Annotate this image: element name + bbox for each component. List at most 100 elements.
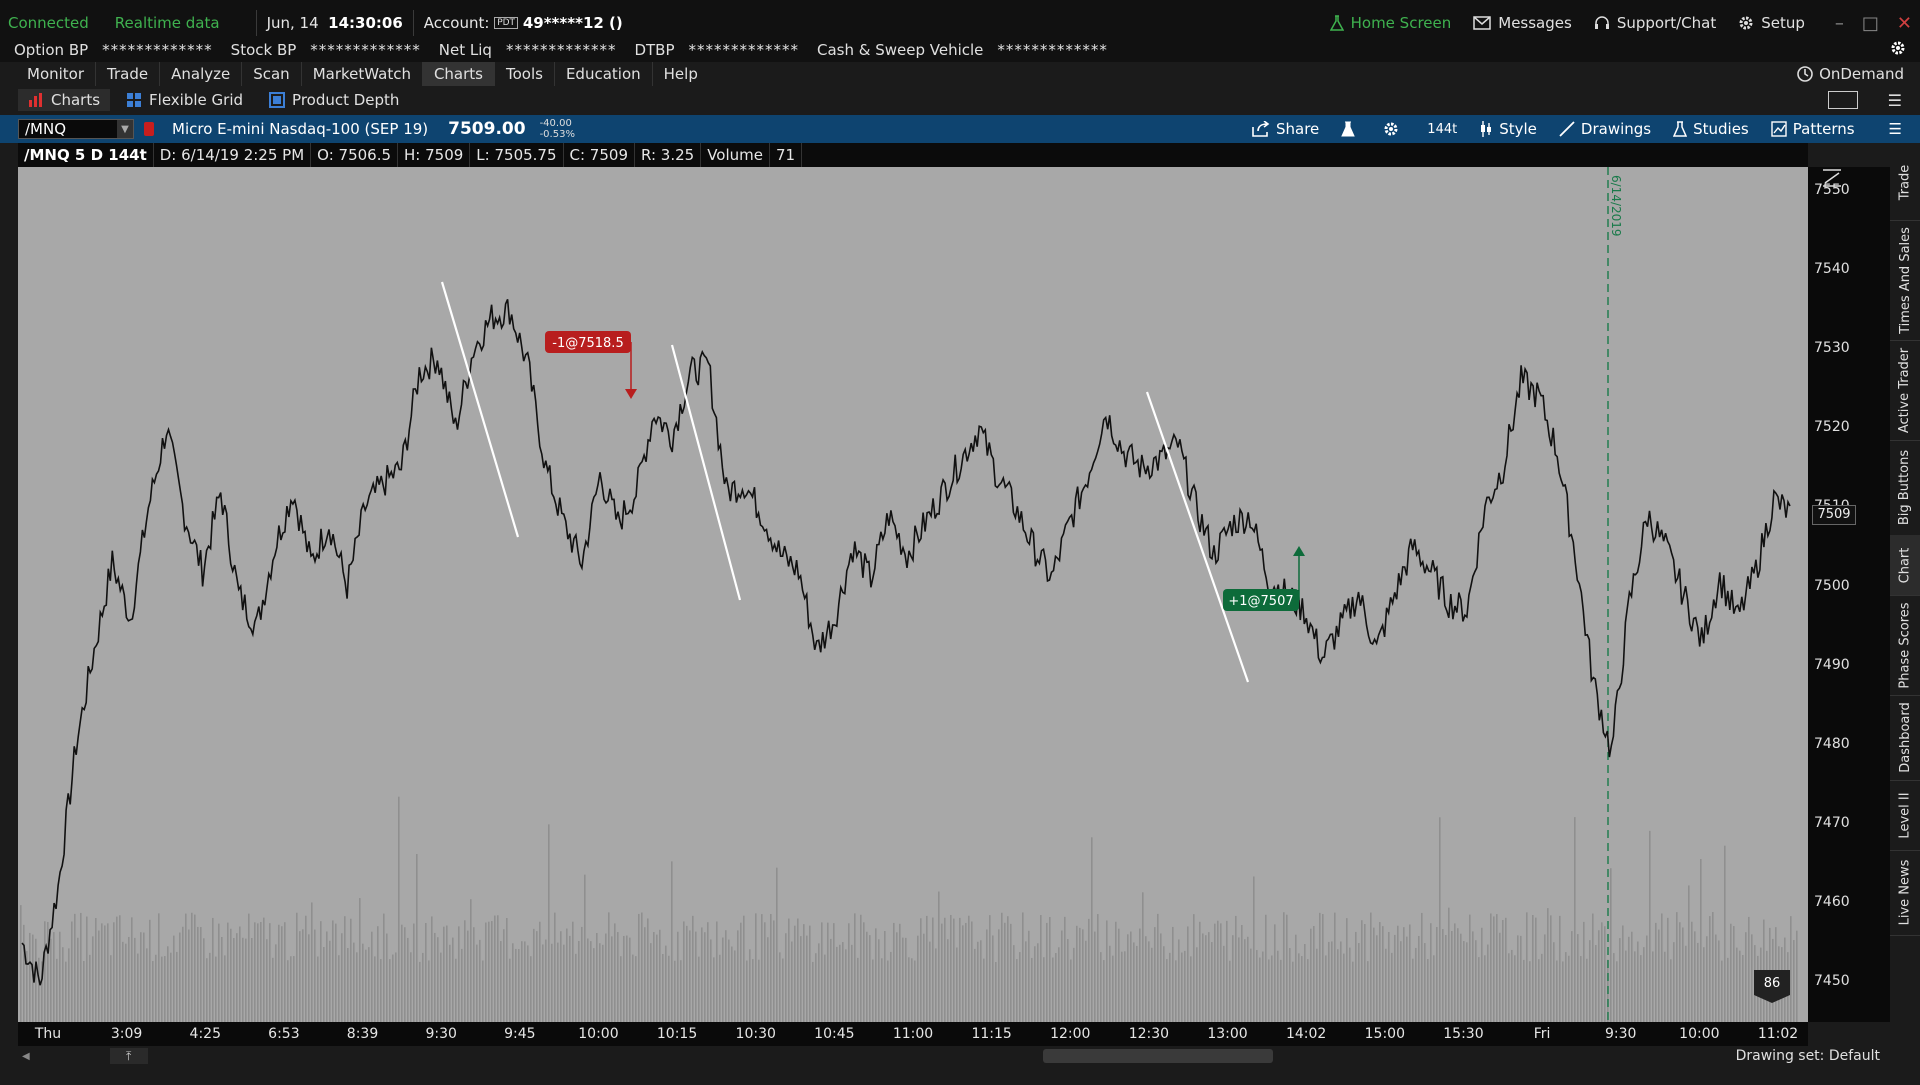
realtime-status: Realtime data [114, 14, 220, 32]
volume-bar [872, 959, 874, 1022]
aggregation-button[interactable]: 144t [1427, 122, 1457, 137]
support-chat-button[interactable]: Support/Chat [1594, 14, 1716, 32]
side-tab-live-news[interactable]: Live News [1890, 850, 1920, 936]
volume-bar [62, 947, 64, 1022]
price-chart[interactable]: 6/14/2019 -1@7518.5 +1@7507 86 [18, 167, 1808, 1022]
ondemand-button[interactable]: OnDemand [1796, 65, 1904, 83]
volume-bar [1391, 952, 1393, 1022]
menu-list-icon[interactable]: ☰ [1889, 120, 1902, 138]
time-axis[interactable]: Thu 3:09 4:25 6:53 8:39 9:30 9:45 10:00 10:15 10:… [18, 1022, 1808, 1046]
menu-trade[interactable]: Trade [96, 62, 161, 86]
menu-scan[interactable]: Scan [242, 62, 302, 86]
volume-bar [1634, 951, 1636, 1022]
link-color-icon[interactable] [144, 122, 154, 136]
collapse-panel-button[interactable]: ⤒ [109, 1048, 148, 1064]
ondemand-label: OnDemand [1819, 65, 1904, 83]
volume-bar [278, 924, 280, 1022]
drawings-button[interactable]: Drawings [1559, 120, 1651, 138]
volume-bar [509, 958, 511, 1022]
flask-button[interactable] [1341, 121, 1361, 137]
volume-bar [1127, 934, 1129, 1022]
volume-bar [1601, 922, 1603, 1022]
menu-list-icon[interactable]: ☰ [1888, 91, 1902, 110]
volume-bar [1631, 931, 1633, 1022]
setup-button[interactable]: Setup [1738, 14, 1805, 32]
volume-bar [80, 912, 82, 1022]
volume-bar [1184, 950, 1186, 1022]
side-tab-trade[interactable]: Trade [1890, 145, 1920, 221]
volume-bar [137, 953, 139, 1022]
volume-bar [245, 938, 247, 1022]
side-tab-big-buttons[interactable]: Big Buttons [1890, 440, 1920, 536]
autoscale-icon[interactable] [1822, 169, 1842, 187]
side-tab-active-trader[interactable]: Active Trader [1890, 340, 1920, 441]
volume-bar [200, 927, 202, 1022]
gear-icon[interactable] [1890, 40, 1906, 60]
volume-bar [1034, 946, 1036, 1022]
menu-analyze[interactable]: Analyze [160, 62, 243, 86]
volume-bar [899, 923, 901, 1022]
menu-help[interactable]: Help [653, 62, 709, 86]
volume-bar [1247, 936, 1249, 1022]
volume-bar [1280, 959, 1282, 1022]
volume-bar [1229, 960, 1231, 1022]
menu-tools[interactable]: Tools [495, 62, 555, 86]
volume-bar [758, 959, 760, 1022]
volume-bar [605, 933, 607, 1022]
share-button[interactable]: Share [1252, 120, 1319, 138]
scroll-left-icon[interactable]: ◀ [22, 1051, 30, 1062]
side-tab-chart[interactable]: Chart [1890, 535, 1920, 596]
volume-bar [1487, 944, 1489, 1022]
side-tab-phase-scores[interactable]: Phase Scores [1890, 595, 1920, 696]
side-tab-label: Chart [1897, 547, 1913, 583]
maximize-button[interactable]: □ [1862, 13, 1879, 34]
side-tab-level-ii[interactable]: Level II [1890, 780, 1920, 851]
grid-icon [127, 93, 142, 107]
volume-bar [329, 940, 331, 1022]
price-axis[interactable]: 7450746074707480749075007510752075307540… [1808, 167, 1890, 1022]
volume-bar [296, 912, 298, 1022]
volume-bar [1007, 916, 1009, 1022]
volume-bar [440, 952, 442, 1022]
volume-bar [1673, 942, 1675, 1022]
price-tick-label: 7450 [1814, 973, 1850, 990]
price-tick-label: 7480 [1814, 735, 1850, 752]
horizontal-scrollbar[interactable] [1042, 1049, 1273, 1063]
minimize-button[interactable]: – [1835, 13, 1844, 34]
volume-bar [182, 926, 184, 1022]
volume-bar [1103, 960, 1105, 1022]
price-tick-label: 7500 [1814, 577, 1850, 594]
close-button[interactable]: ✕ [1897, 13, 1912, 34]
volume-bar [1550, 915, 1552, 1022]
patterns-button[interactable]: Patterns [1771, 120, 1855, 138]
menu-marketwatch[interactable]: MarketWatch [302, 62, 423, 86]
menu-education[interactable]: Education [555, 62, 653, 86]
volume-bar [1556, 960, 1558, 1022]
volume-bar [71, 921, 73, 1022]
side-tab-label: Trade [1897, 164, 1913, 201]
tab-charts[interactable]: Charts [18, 89, 111, 111]
account-selector[interactable]: 49*****12 () [523, 14, 623, 32]
home-screen-button[interactable]: Home Screen [1329, 14, 1451, 32]
studies-button[interactable]: Studies [1673, 120, 1749, 138]
messages-button[interactable]: Messages [1473, 14, 1572, 32]
volume-bar [74, 913, 76, 1022]
volume-bar [410, 952, 412, 1022]
tab-flexible-grid[interactable]: Flexible Grid [116, 89, 253, 111]
chevron-down-icon[interactable]: ▼ [117, 120, 133, 138]
tab-product-depth[interactable]: Product Depth [259, 89, 409, 111]
volume-bar [371, 931, 373, 1022]
volume-bar [1355, 931, 1357, 1022]
side-tab-dashboard[interactable]: Dashboard [1890, 695, 1920, 781]
side-tab-times-and-sales[interactable]: Times And Sales [1890, 220, 1920, 341]
style-button[interactable]: Style [1479, 120, 1537, 138]
volume-bar [299, 931, 301, 1022]
time-tick-label: 10:00 [578, 1026, 619, 1042]
menu-monitor[interactable]: Monitor [16, 62, 97, 86]
layout-icon[interactable] [1827, 91, 1858, 109]
volume-bar [1694, 931, 1696, 1022]
volume-bar [791, 941, 793, 1022]
menu-charts[interactable]: Charts [422, 62, 495, 86]
chart-settings-button[interactable] [1383, 121, 1405, 137]
symbol-input[interactable]: /MNQ ▼ [18, 119, 134, 139]
